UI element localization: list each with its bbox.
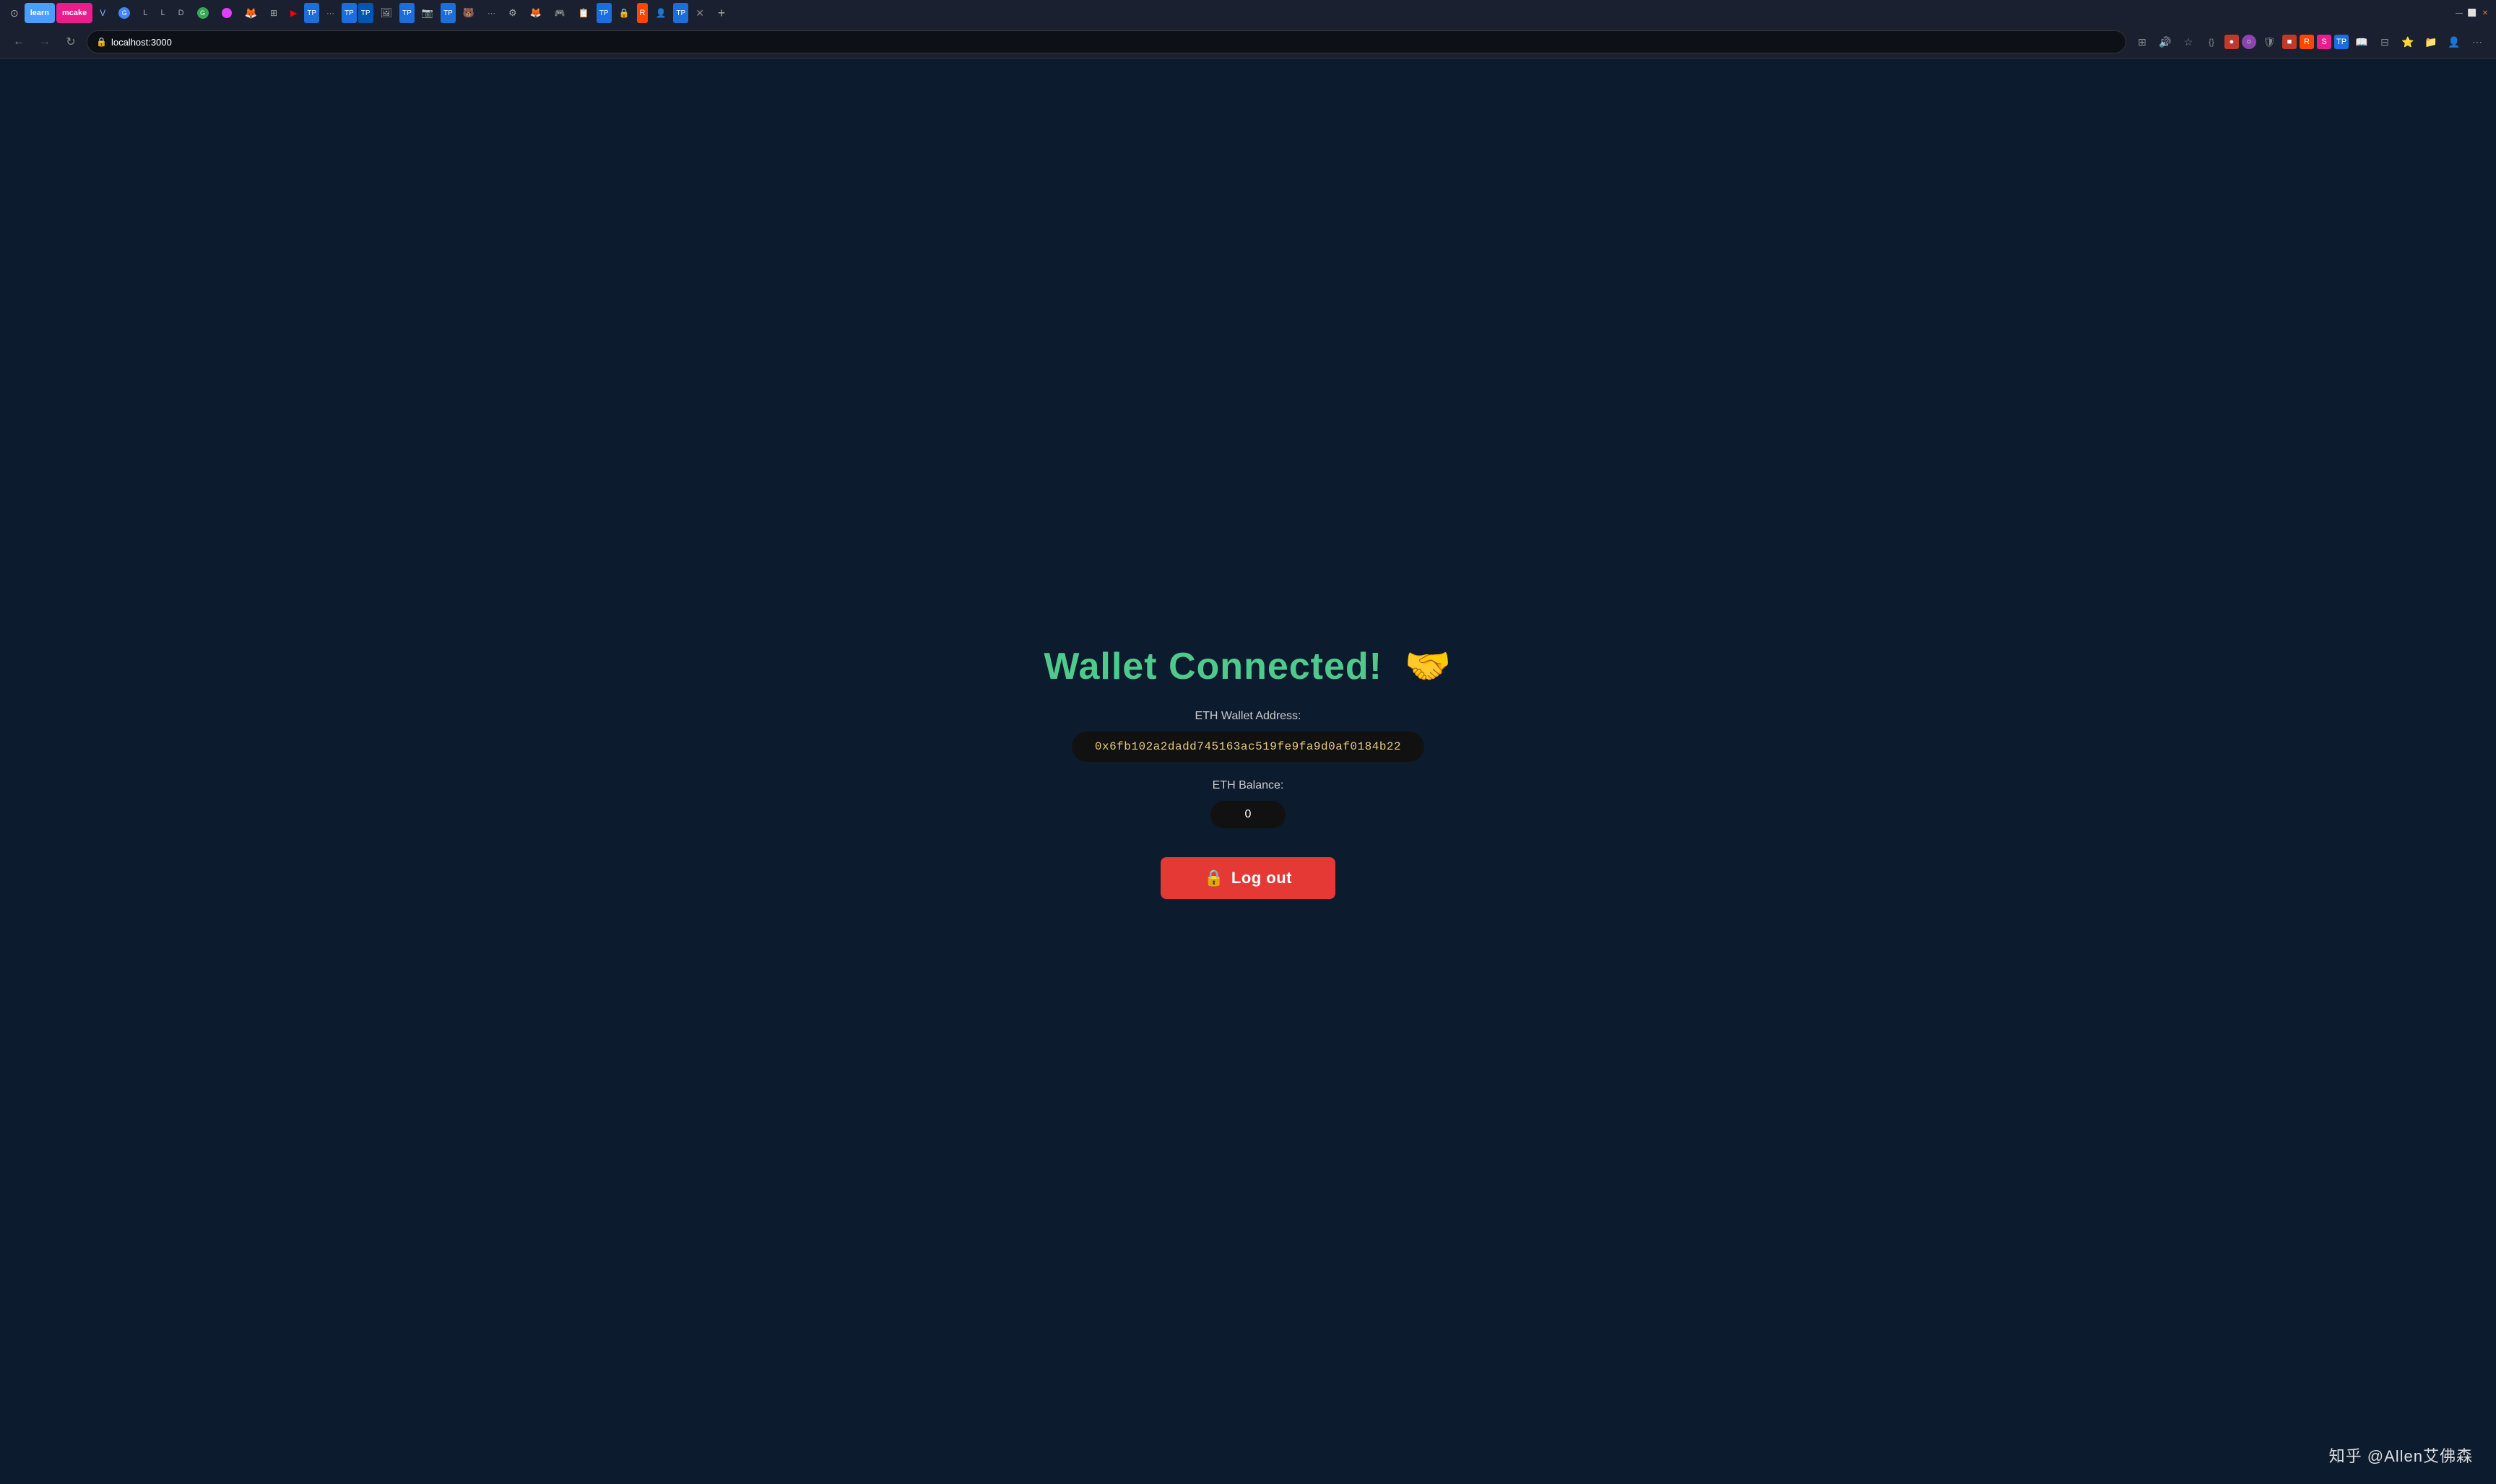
tab-ext-tp5[interactable]: TP: [441, 3, 456, 23]
logout-icon: 🔒: [1204, 869, 1224, 888]
tab-ext-tp1[interactable]: TP: [304, 3, 319, 23]
browser-chrome: ⊙ learn mcake V G L L D G 🦊 ⊞ ▶ TP ⋯ TP …: [0, 0, 2496, 58]
watermark: 知乎 @Allen艾佛森: [2329, 1444, 2473, 1467]
watermark-text: 知乎 @Allen艾佛森: [2329, 1447, 2473, 1465]
address-bar-row: ← → ↻ 🔒 localhost:3000 ⊞ 🔊 ☆ {} ● ○ 🛡 ■ …: [0, 26, 2496, 58]
wallet-title-text: Wallet Connected!: [1044, 646, 1382, 687]
url-text: localhost:3000: [111, 37, 172, 48]
tab-ext-gear[interactable]: ⚙: [503, 3, 523, 23]
ext-tp8[interactable]: TP: [2334, 35, 2349, 49]
ext-sa[interactable]: S: [2317, 35, 2331, 49]
maximize-button[interactable]: ⬜: [2467, 8, 2477, 18]
tab-ext-x[interactable]: ✕: [690, 3, 710, 23]
tab-ext-dots2[interactable]: ⋯: [482, 3, 501, 23]
ext-red[interactable]: ●: [2224, 35, 2239, 49]
ext-r2[interactable]: R: [2300, 35, 2314, 49]
tab-ext-game[interactable]: 🎮: [549, 3, 571, 23]
eth-balance-label: ETH Balance:: [1213, 779, 1284, 792]
code-button[interactable]: {}: [2201, 32, 2222, 52]
tab-ext-tp7[interactable]: TP: [673, 3, 688, 23]
back-button[interactable]: ←: [9, 32, 29, 52]
eth-address-value: 0x6fb102a2dadd745163ac519fe9fa9d0af0184b…: [1072, 732, 1424, 762]
lock-icon: 🔒: [96, 37, 107, 47]
tab-ext-tp2[interactable]: TP: [342, 3, 357, 23]
profile-button[interactable]: 👤: [2444, 32, 2464, 52]
tab-ext-dots[interactable]: ⋯: [321, 3, 340, 23]
tab-ext-tp3[interactable]: TP: [358, 3, 373, 23]
tab-profile-icon[interactable]: ⊙: [6, 3, 23, 23]
tab-ext-yt[interactable]: ▶: [285, 3, 303, 23]
logout-button[interactable]: 🔒 Log out: [1161, 857, 1335, 899]
tab-ext-dot[interactable]: [216, 3, 238, 23]
tab-learn-label: learn: [30, 9, 49, 17]
tab-ext-cam[interactable]: 📷: [416, 3, 439, 23]
tab-ext-g2[interactable]: G: [191, 3, 214, 23]
more-button[interactable]: ⋯: [2467, 32, 2487, 52]
wallet-card: Wallet Connected! 🤝 ETH Wallet Address: …: [1044, 644, 1452, 899]
wallet-title-emoji: 🤝: [1405, 646, 1452, 687]
tab-ext-lock[interactable]: 🔒: [613, 3, 636, 23]
tab-ext-pic[interactable]: 🖼: [375, 3, 399, 23]
reload-button[interactable]: ↻: [61, 32, 81, 52]
ext-red2[interactable]: ■: [2282, 35, 2297, 49]
split-view-button[interactable]: ⊞: [2132, 32, 2152, 52]
read-aloud-button[interactable]: 🔊: [2155, 32, 2175, 52]
tab-ext-v[interactable]: V: [94, 3, 111, 23]
close-button[interactable]: ✕: [2480, 8, 2490, 18]
tab-mcake-label: mcake: [62, 9, 87, 17]
tab-ext-fox[interactable]: 🦊: [239, 3, 263, 23]
tab-ext-d[interactable]: D: [173, 3, 190, 23]
eth-address-label: ETH Wallet Address:: [1195, 710, 1301, 723]
tab-ext-fox2[interactable]: 🦊: [524, 3, 547, 23]
logout-label: Log out: [1231, 869, 1292, 888]
window-controls: — ⬜ ✕: [2454, 8, 2490, 18]
tab-ext-tp4[interactable]: TP: [399, 3, 415, 23]
tab-bar: ⊙ learn mcake V G L L D G 🦊 ⊞ ▶ TP ⋯ TP …: [0, 0, 2496, 26]
wallet-title: Wallet Connected! 🤝: [1044, 644, 1452, 688]
tab-ext-bear[interactable]: 🐻: [457, 3, 480, 23]
tab-ext-r[interactable]: R: [637, 3, 649, 23]
minimize-button[interactable]: —: [2454, 8, 2464, 18]
tab-ext-ms[interactable]: ⊞: [264, 3, 283, 23]
address-bar[interactable]: 🔒 localhost:3000: [87, 30, 2126, 53]
eth-balance-value: 0: [1210, 801, 1286, 828]
tab-ext-l2[interactable]: L: [155, 3, 170, 23]
tab-ext-l1[interactable]: L: [137, 3, 153, 23]
tab-learn[interactable]: learn: [25, 3, 55, 23]
favorites2-button[interactable]: ⭐: [2398, 32, 2418, 52]
tab-mcake[interactable]: mcake: [56, 3, 92, 23]
tab-ext-list[interactable]: 📋: [573, 3, 595, 23]
ext-purple[interactable]: ○: [2242, 35, 2256, 49]
ext-shield[interactable]: 🛡: [2259, 32, 2279, 52]
new-tab-button[interactable]: +: [711, 3, 732, 23]
collections-button[interactable]: 📁: [2421, 32, 2441, 52]
reader-view-button[interactable]: 📖: [2352, 32, 2372, 52]
page-content: Wallet Connected! 🤝 ETH Wallet Address: …: [0, 58, 2496, 1484]
tab-ext-g[interactable]: G: [113, 3, 136, 23]
split-button[interactable]: ⊟: [2375, 32, 2395, 52]
browser-tools: ⊞ 🔊 ☆ {} ● ○ 🛡 ■ R S TP 📖 ⊟ ⭐ 📁 👤 ⋯: [2132, 32, 2487, 52]
tab-ext-tp6[interactable]: TP: [597, 3, 612, 23]
favorites-button[interactable]: ☆: [2178, 32, 2198, 52]
tab-ext-person[interactable]: 👤: [649, 3, 672, 23]
forward-button[interactable]: →: [35, 32, 55, 52]
